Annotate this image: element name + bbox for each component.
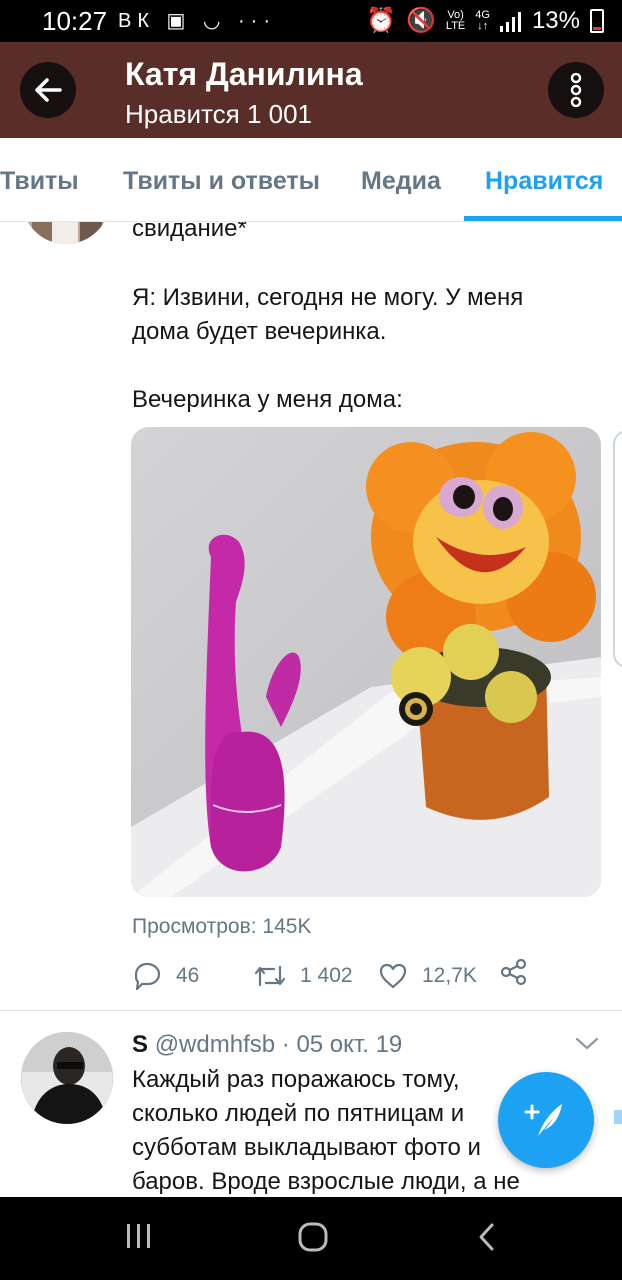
chevron-left-icon (479, 1223, 494, 1251)
compose-feather-icon (524, 1104, 562, 1136)
tweet-date[interactable]: 05 окт. 19 (296, 1031, 402, 1058)
share-button[interactable] (500, 958, 528, 986)
reply-count: 46 (176, 964, 200, 987)
tab-tweets-and-replies[interactable]: Твиты и ответы (123, 166, 320, 196)
tweet-text-line: Каждый раз поражаюсь тому, (132, 1066, 460, 1093)
mute-icon: 🔇 (406, 7, 436, 34)
tweet-text-line: субботам выкладывают фото и (132, 1134, 481, 1161)
like-count: 12,7K (422, 964, 477, 987)
tweet-text-line: баров. Вроде взрослые люди, а не (132, 1168, 520, 1195)
next-media-peek[interactable] (613, 430, 622, 668)
signal-icon (499, 12, 521, 32)
profile-header: Катя Данилина Нравится 1 001 (0, 42, 622, 138)
status-right: ⏰ 🔇 Vo) LTE 4G ↓↑ 13% (366, 6, 604, 36)
heart-icon (379, 963, 407, 989)
home-button[interactable] (297, 1221, 329, 1258)
arrow-left-icon (35, 78, 62, 102)
reply-button[interactable]: 46 (132, 958, 199, 994)
author-name[interactable]: S (132, 1031, 148, 1058)
tweet-menu-button[interactable] (574, 1036, 600, 1057)
video-thumbnail (131, 427, 601, 897)
home-icon (298, 1222, 328, 1252)
tweet-text-line: дома будет вечеринка. (132, 318, 387, 345)
profile-tabs: Твиты Твиты и ответы Медиа Нравится (0, 138, 622, 222)
tweet-header: S @wdmhfsb · 05 окт. 19 (132, 1030, 402, 1060)
tweet-actions: 46 1 402 12,7K (132, 958, 572, 998)
tab-media[interactable]: Медиа (361, 166, 441, 196)
more-vertical-icon (570, 73, 582, 107)
avatar[interactable] (21, 1032, 113, 1124)
avatar-image (21, 1032, 113, 1124)
system-nav-bar (0, 1197, 622, 1280)
compose-tweet-button[interactable] (498, 1072, 594, 1168)
chevron-down-icon (575, 1037, 599, 1050)
meta-separator: · (281, 1031, 290, 1058)
volte-icon: Vo) LTE (445, 9, 466, 32)
battery-icon (590, 9, 604, 33)
status-bar: 10:27 ВК ▣ ◡ ··· ⏰ 🔇 Vo) LTE 4G ↓↑ 13% (0, 0, 622, 42)
profile-name: Катя Данилина (125, 56, 363, 92)
tweet-video[interactable] (131, 427, 601, 897)
back-nav-button[interactable] (476, 1221, 498, 1258)
tweet-divider (0, 1010, 622, 1011)
share-icon (500, 958, 527, 986)
battery-percent: 13% (531, 7, 580, 34)
notification-icons: ВК ▣ ◡ ··· (118, 10, 276, 32)
reply-icon (134, 962, 161, 991)
retweet-button[interactable]: 1 402 (254, 958, 353, 994)
retweet-count: 1 402 (300, 964, 353, 987)
tab-tweets[interactable]: Твиты (0, 166, 79, 196)
active-tab-indicator (464, 216, 622, 221)
author-handle[interactable]: @wdmhfsb (155, 1031, 275, 1058)
tab-likes[interactable]: Нравится (485, 166, 603, 196)
alarm-icon: ⏰ (366, 7, 397, 34)
more-options-button[interactable] (548, 62, 604, 118)
tweet-text-line: Вечеринка у меня дома: (132, 386, 403, 413)
retweet-icon (254, 965, 286, 987)
recent-apps-button[interactable] (125, 1221, 153, 1256)
like-button[interactable]: 12,7K (378, 958, 477, 994)
tweet-text-line: Я: Извини, сегодня не могу. У меня (132, 284, 524, 311)
network-type-icon: 4G ↓↑ (475, 9, 490, 32)
back-button[interactable] (20, 62, 76, 118)
tweet-text-line: сколько людей по пятницам и (132, 1100, 465, 1127)
view-count: Просмотров: 145K (132, 915, 312, 938)
recent-apps-icon (127, 1224, 150, 1248)
scroll-indicator (614, 1110, 622, 1124)
status-time: 10:27 (42, 6, 108, 36)
likes-count: Нравится 1 001 (125, 99, 313, 129)
